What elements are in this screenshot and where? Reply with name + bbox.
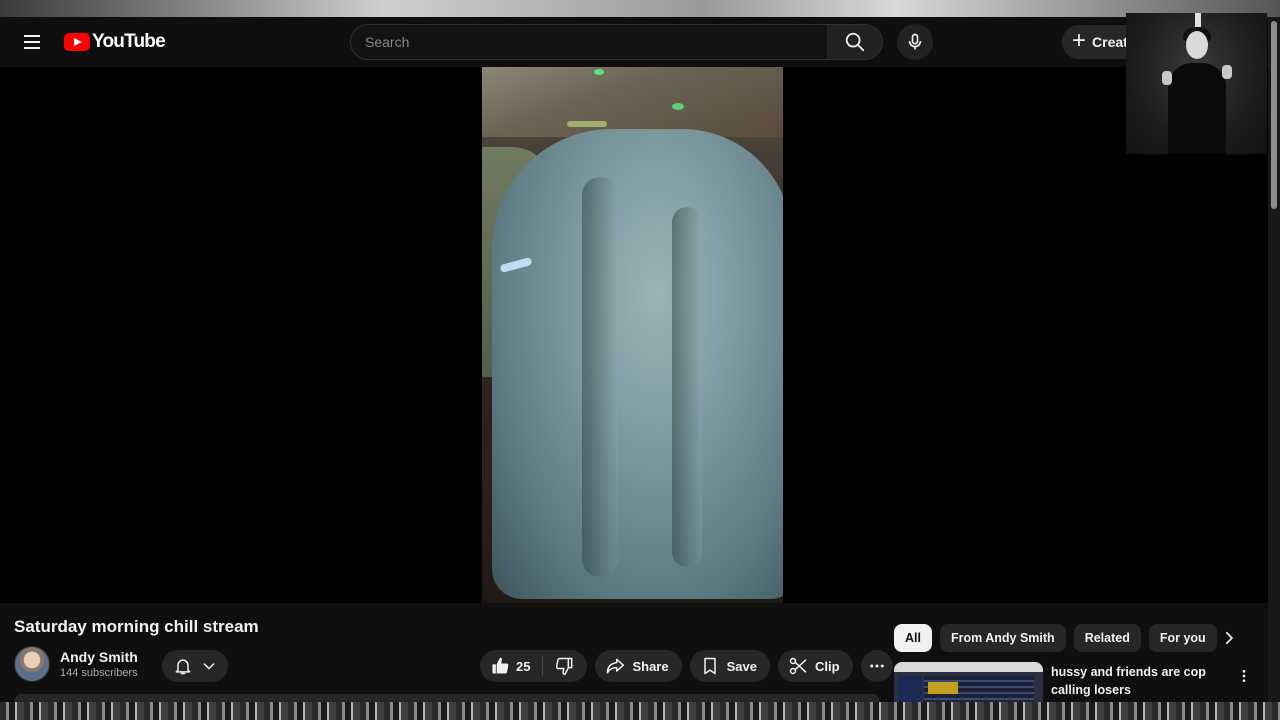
channel-owner: Andy Smith 144 subscribers [14, 646, 138, 682]
video-player[interactable] [0, 67, 1268, 603]
thumbs-up-icon [492, 657, 509, 674]
channel-avatar[interactable] [14, 646, 50, 682]
mic-icon [908, 33, 922, 50]
outer-frame-bottom [0, 702, 1280, 720]
scrollbar-thumb[interactable] [1271, 21, 1277, 209]
share-label: Share [632, 658, 669, 674]
recommendation-title[interactable]: hussy and friends are cop calling losers [1051, 663, 1226, 699]
chips-next-button[interactable] [1215, 624, 1243, 652]
save-label: Save [726, 658, 757, 674]
recommendation-menu-button[interactable] [1234, 664, 1254, 688]
related-chips: All From Andy Smith Related For you [894, 624, 1217, 652]
thumbs-down-icon [556, 657, 573, 676]
video-frame[interactable] [482, 67, 783, 603]
masthead: YouTube + Create [0, 17, 1268, 67]
more-actions-button[interactable] [860, 650, 893, 682]
notifications-button[interactable] [162, 650, 228, 682]
clip-label: Clip [814, 658, 840, 674]
bell-icon [175, 659, 191, 675]
like-count: 25 [516, 658, 531, 674]
dislike-button[interactable] [543, 650, 587, 682]
search-box [350, 24, 828, 60]
hamburger-icon [24, 35, 40, 37]
chip-related[interactable]: Related [1073, 624, 1141, 652]
chevron-down-icon [203, 663, 215, 670]
voice-search-button[interactable] [897, 24, 933, 60]
like-button[interactable]: 25 [480, 650, 542, 682]
like-dislike-segment: 25 [480, 650, 588, 682]
recommendation-thumbnail[interactable] [894, 662, 1043, 702]
outer-frame-top [0, 0, 1280, 17]
watch-metadata: Saturday morning chill stream Andy Smith… [0, 603, 1268, 702]
description-box[interactable] [14, 694, 880, 702]
youtube-play-icon [64, 33, 90, 51]
search-input[interactable] [365, 25, 827, 59]
webcam-overlay [1126, 13, 1267, 154]
search-button[interactable] [827, 24, 883, 60]
more-vertical-icon [1242, 670, 1246, 682]
channel-name[interactable]: Andy Smith [60, 648, 138, 666]
more-horizontal-icon [869, 664, 884, 668]
guide-menu-button[interactable] [16, 26, 48, 58]
clip-button[interactable]: Clip [777, 650, 853, 682]
save-button[interactable]: Save [689, 650, 770, 682]
scissors-icon [789, 657, 807, 675]
chevron-right-icon [1225, 631, 1233, 645]
youtube-app: YouTube + Create Saturday morni [0, 17, 1268, 702]
recommendation-item[interactable]: hussy and friends are cop calling losers [894, 662, 1268, 702]
share-arrow-icon [607, 658, 625, 674]
plus-icon: + [1072, 27, 1087, 54]
search-icon [845, 32, 864, 52]
page-scrollbar[interactable] [1268, 17, 1280, 702]
youtube-logo[interactable]: YouTube [64, 31, 166, 53]
share-button[interactable]: Share [595, 650, 682, 682]
chip-all[interactable]: All [894, 624, 932, 652]
logo-text: YouTube [92, 31, 166, 52]
chip-for-you[interactable]: For you [1148, 624, 1217, 652]
video-title: Saturday morning chill stream [14, 617, 259, 636]
chip-from-channel[interactable]: From Andy Smith [939, 624, 1066, 652]
video-actions: 25 Share Save Clip [480, 650, 893, 682]
bookmark-icon [703, 657, 716, 675]
subscriber-count: 144 subscribers [60, 666, 138, 679]
